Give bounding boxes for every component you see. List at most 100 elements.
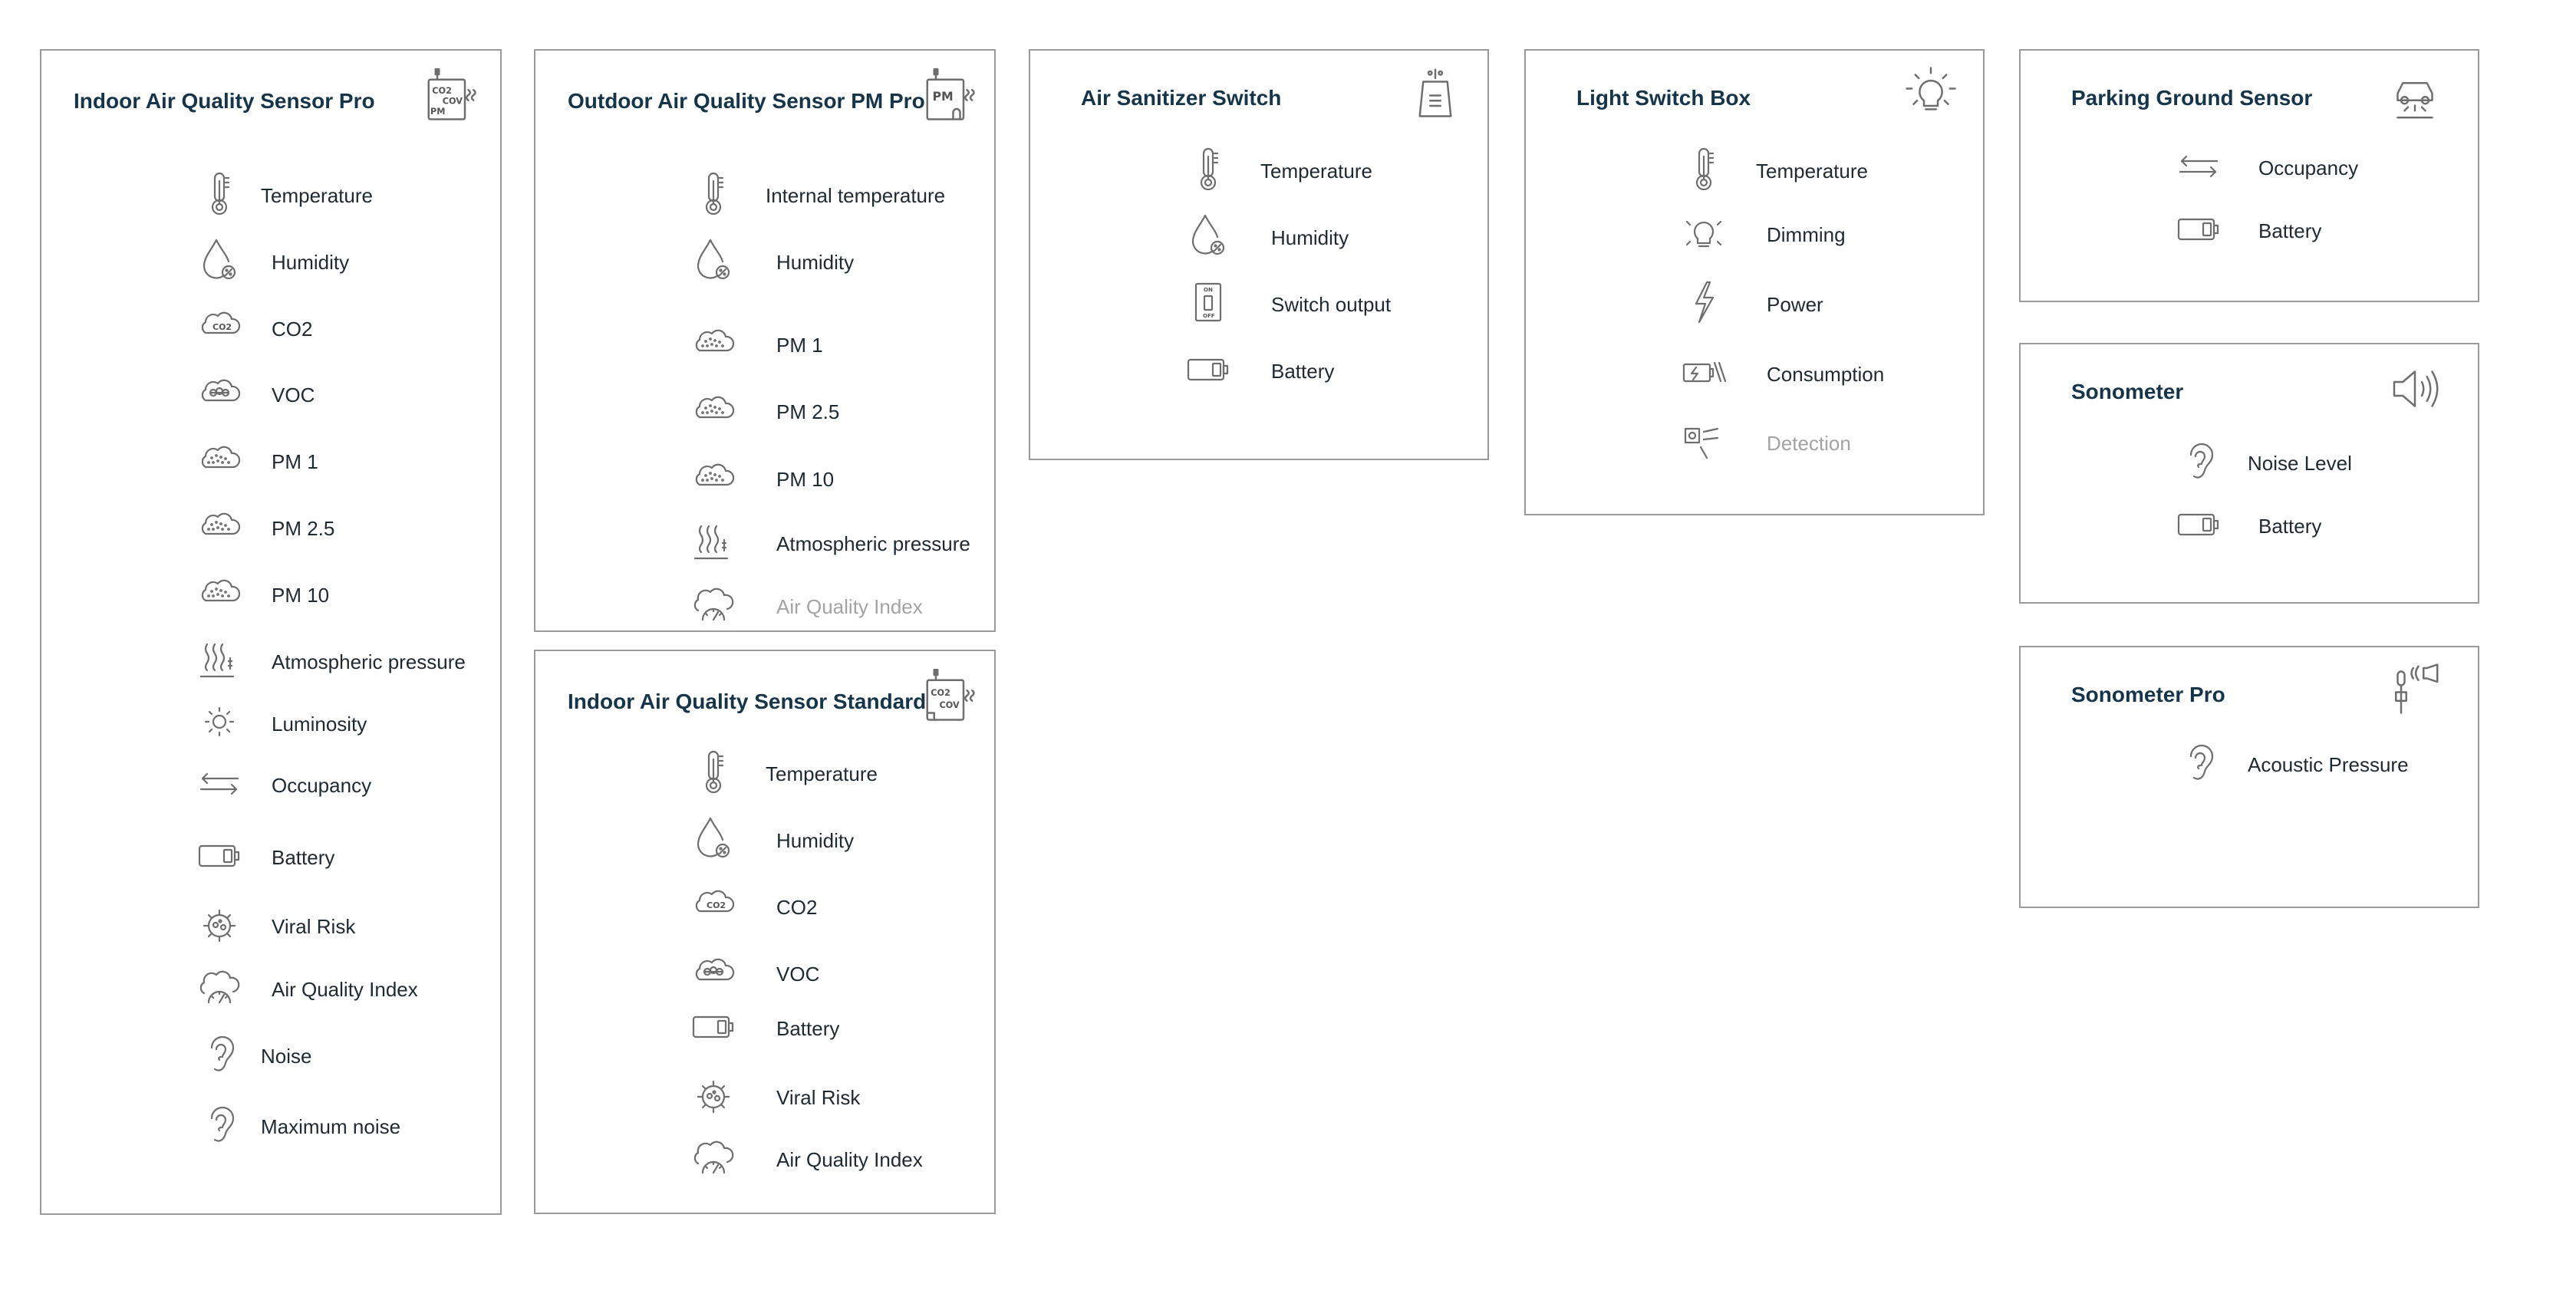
sensor-row: VOC (195, 368, 496, 422)
sensor-row: PM 10 (689, 453, 990, 506)
sensor-row: Atmospheric pressure (689, 517, 990, 571)
row-label: VOC (776, 963, 820, 986)
light-bulb-icon (1903, 64, 1958, 120)
virus-icon (689, 1071, 738, 1120)
svg-text:PM: PM (933, 89, 954, 104)
card-title: Outdoor Air Quality Sensor PM Pro (568, 89, 925, 113)
car-sensor-icon (2387, 67, 2443, 123)
row-label: Occupancy (272, 774, 372, 797)
sensor-row: Temperature (1679, 144, 1978, 198)
sensor-card: Indoor Air Quality Sensor Standard CO2 C… (534, 650, 996, 1214)
sensor-row: Humidity (1184, 211, 1483, 265)
svg-text:COV: COV (940, 700, 960, 710)
voc-cloud-icon (195, 368, 244, 417)
sensor-row: CO2 CO2 (195, 302, 496, 356)
humidity-drop-icon (689, 235, 738, 285)
pressure-waves-icon (195, 635, 244, 684)
row-label: Power (1767, 293, 1823, 316)
sensor-row: PM 10 (195, 568, 496, 622)
battery-icon (689, 1002, 738, 1051)
row-label: CO2 (272, 318, 313, 341)
sensor-row: Battery (1184, 344, 1483, 398)
ear-icon (195, 1029, 244, 1078)
row-label: Battery (272, 846, 335, 869)
row-label: Consumption (1767, 363, 1885, 386)
sanitizer-device-icon (1408, 64, 1463, 120)
row-label: VOC (272, 383, 315, 406)
sensor-row: Acoustic Pressure (2174, 738, 2473, 792)
sensor-row: Battery (689, 1002, 990, 1055)
arrows-icon (195, 759, 244, 808)
sensor-row: Noise Level (2174, 436, 2473, 490)
card-title: Indoor Air Quality Sensor Standard (568, 690, 927, 713)
sensor-card: Sonometer Pro Acoustic Pressure (2019, 646, 2479, 908)
thermometer-icon (1679, 144, 1728, 193)
svg-text:CO2: CO2 (931, 688, 950, 698)
row-label: Acoustic Pressure (2248, 753, 2409, 776)
pressure-waves-icon (689, 517, 738, 566)
row-label: Humidity (272, 251, 350, 274)
sensor-row: Internal temperature (689, 169, 990, 222)
svg-text:ON: ON (1204, 287, 1213, 293)
card-title: Parking Ground Sensor (2071, 86, 2313, 110)
sensor-row: Detection (1679, 416, 1978, 470)
svg-text:CO2: CO2 (212, 322, 232, 332)
row-label: Noise (261, 1045, 312, 1068)
co2-cov-pm-sensor-icon: CO2 COV PM (423, 67, 479, 123)
row-label: Atmospheric pressure (272, 650, 466, 673)
row-label: Maximum noise (261, 1115, 401, 1138)
co2-cloud-icon: CO2 (689, 880, 738, 930)
row-label: Viral Risk (272, 915, 356, 938)
sensor-row: Power (1679, 278, 1978, 331)
bulb-dimming-icon (1679, 208, 1728, 257)
ear-icon (2174, 738, 2223, 787)
sensor-row: Atmospheric pressure (195, 635, 496, 689)
battery-icon (1184, 344, 1233, 393)
aqi-gauge-icon (195, 963, 244, 1012)
humidity-drop-icon (1184, 211, 1233, 260)
row-label: PM 1 (776, 334, 823, 357)
row-label: Temperature (261, 184, 373, 207)
row-label: PM 1 (272, 450, 318, 473)
thermometer-icon (1184, 144, 1233, 193)
row-label: Noise Level (2248, 452, 2352, 475)
speaker-icon (2387, 361, 2443, 416)
thermometer-icon (689, 747, 738, 796)
svg-text:CO2: CO2 (432, 86, 452, 96)
row-label: CO2 (776, 896, 818, 919)
battery-icon (2174, 499, 2223, 548)
row-label: Humidity (776, 829, 855, 852)
pm-cloud-icon (689, 385, 738, 434)
ear-icon (2174, 436, 2223, 485)
row-label: Temperature (766, 762, 878, 785)
row-label: Air Quality Index (272, 978, 418, 1001)
pm-cloud-icon (689, 453, 738, 502)
card-title: Indoor Air Quality Sensor Pro (74, 89, 375, 113)
virus-icon (195, 900, 244, 949)
thermometer-icon (689, 169, 738, 218)
sensor-row: Occupancy (195, 759, 496, 812)
row-label: Temperature (1260, 160, 1372, 183)
co2-cov-sensor-icon: CO2 COV (922, 668, 977, 723)
row-label: Air Quality Index (776, 1148, 923, 1171)
sensor-row: Temperature (1184, 144, 1483, 198)
voc-cloud-icon (689, 947, 738, 996)
row-label: Air Quality Index (776, 595, 923, 618)
sensor-row: PM 2.5 (689, 385, 990, 439)
thermometer-icon (195, 169, 244, 218)
consumption-icon (1679, 347, 1728, 397)
detection-icon (1679, 416, 1728, 466)
sensor-card: Air Sanitizer Switch Temperature Humidit… (1029, 49, 1489, 460)
row-label: Humidity (776, 251, 855, 274)
ear-icon (195, 1100, 244, 1149)
pm-sensor-icon: PM (922, 67, 977, 123)
pm-cloud-icon (195, 568, 244, 617)
sensor-card: Indoor Air Quality Sensor Pro CO2 COV PM… (40, 49, 502, 1215)
sensor-row: Humidity (689, 814, 990, 867)
row-label: Viral Risk (776, 1086, 861, 1109)
battery-icon (2174, 204, 2223, 253)
sensor-row: Noise (195, 1029, 496, 1083)
row-label: Luminosity (272, 713, 367, 736)
sensor-row: Luminosity (195, 697, 496, 751)
row-label: Temperature (1756, 160, 1868, 183)
